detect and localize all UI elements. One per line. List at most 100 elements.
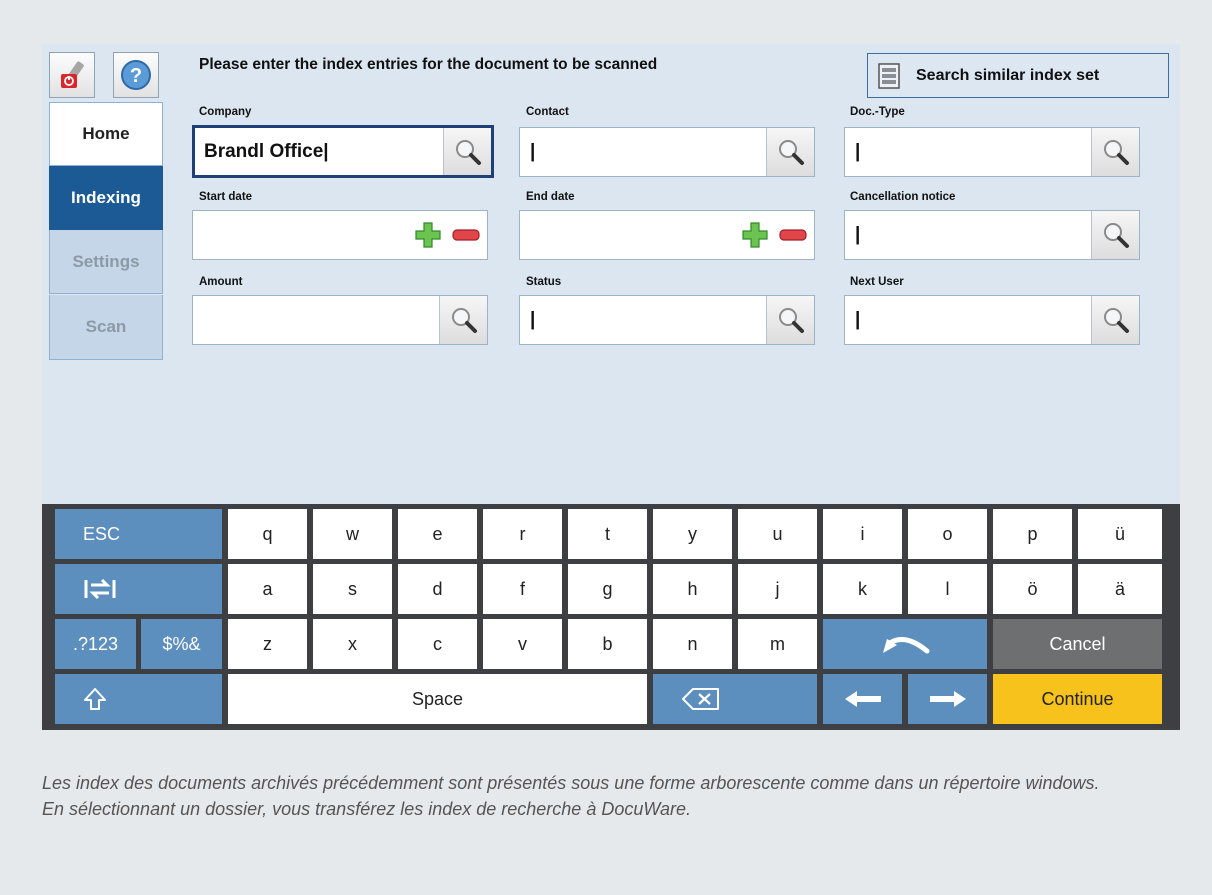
company-label: Company xyxy=(199,106,252,118)
contact-field[interactable]: | xyxy=(519,127,815,177)
key-g[interactable]: g xyxy=(568,564,647,614)
key-a[interactable]: a xyxy=(228,564,307,614)
amount-field[interactable] xyxy=(192,295,488,345)
key-e[interactable]: e xyxy=(398,509,477,559)
undo-icon xyxy=(883,636,930,654)
cancellation-field[interactable]: | xyxy=(844,210,1140,260)
key-x[interactable]: x xyxy=(313,619,392,669)
tab-icon xyxy=(84,578,116,600)
key-u[interactable]: u xyxy=(738,509,817,559)
shift-key[interactable] xyxy=(55,674,222,724)
tools-button[interactable] xyxy=(49,52,95,98)
esc-key[interactable]: ESC xyxy=(55,509,222,559)
key-r[interactable]: r xyxy=(483,509,562,559)
key-l[interactable]: l xyxy=(908,564,987,614)
key-f[interactable]: f xyxy=(483,564,562,614)
start-date-field[interactable] xyxy=(192,210,488,260)
start-date-increase-button[interactable] xyxy=(409,211,447,259)
key-t[interactable]: t xyxy=(568,509,647,559)
key-k[interactable]: k xyxy=(823,564,902,614)
next-user-value: | xyxy=(855,309,861,330)
key-m[interactable]: m xyxy=(738,619,817,669)
key-i[interactable]: i xyxy=(823,509,902,559)
symbols-key[interactable]: $%& xyxy=(141,619,222,669)
key-c[interactable]: c xyxy=(398,619,477,669)
end-date-field[interactable] xyxy=(519,210,815,260)
end-date-increase-button[interactable] xyxy=(736,211,774,259)
contact-search-button[interactable] xyxy=(766,128,814,176)
undo-key[interactable] xyxy=(823,619,987,669)
plus-icon xyxy=(742,222,768,248)
numbers-key[interactable]: .?123 xyxy=(55,619,136,669)
key-n[interactable]: n xyxy=(653,619,732,669)
help-button[interactable]: ? xyxy=(113,52,159,98)
status-value: | xyxy=(530,309,536,330)
index-set-icon xyxy=(878,62,900,89)
arrow-left-key[interactable] xyxy=(823,674,902,724)
tools-icon xyxy=(61,61,84,88)
magnifier-icon xyxy=(778,140,804,165)
page-title: Please enter the index entries for the d… xyxy=(199,56,658,73)
company-value: Brandl Office| xyxy=(204,140,329,162)
magnifier-icon xyxy=(451,308,477,333)
magnifier-icon xyxy=(1103,223,1129,248)
minus-icon xyxy=(452,229,480,241)
key-y[interactable]: y xyxy=(653,509,732,559)
cancellation-search-button[interactable] xyxy=(1091,211,1139,259)
key-h[interactable]: h xyxy=(653,564,732,614)
arrow-left-icon xyxy=(844,691,881,707)
end-date-decrease-button[interactable] xyxy=(774,211,812,259)
contact-value: | xyxy=(530,141,536,162)
start-date-decrease-button[interactable] xyxy=(447,211,485,259)
next-user-field[interactable]: | xyxy=(844,295,1140,345)
magnifier-icon xyxy=(1103,140,1129,165)
search-similar-label: Search similar index set xyxy=(916,66,1100,84)
key-a-umlaut[interactable]: ä xyxy=(1078,564,1162,614)
search-similar-button[interactable]: Search similar index set xyxy=(867,53,1169,98)
key-b[interactable]: b xyxy=(568,619,647,669)
space-key[interactable]: Space xyxy=(228,674,647,724)
status-label: Status xyxy=(526,276,562,288)
backspace-icon xyxy=(682,688,719,710)
sidebar-item-settings[interactable]: Settings xyxy=(49,230,163,294)
svg-text:?: ? xyxy=(130,65,142,87)
key-u-umlaut[interactable]: ü xyxy=(1078,509,1162,559)
company-search-button[interactable] xyxy=(443,128,491,175)
doctype-field[interactable]: | xyxy=(844,127,1140,177)
key-z[interactable]: z xyxy=(228,619,307,669)
sidebar-item-scan[interactable]: Scan xyxy=(49,295,163,360)
next-user-search-button[interactable] xyxy=(1091,296,1139,344)
status-field[interactable]: | xyxy=(519,295,815,345)
doctype-value: | xyxy=(855,141,861,162)
magnifier-icon xyxy=(1103,308,1129,333)
continue-key[interactable]: Continue xyxy=(993,674,1162,724)
indexing-app: ? Home Indexing Settings Scan Please ent… xyxy=(42,44,1180,730)
doctype-label: Doc.-Type xyxy=(850,106,905,118)
arrow-right-key[interactable] xyxy=(908,674,987,724)
key-s[interactable]: s xyxy=(313,564,392,614)
amount-label: Amount xyxy=(199,276,243,288)
key-v[interactable]: v xyxy=(483,619,562,669)
sidebar-item-indexing[interactable]: Indexing xyxy=(49,166,163,230)
key-w[interactable]: w xyxy=(313,509,392,559)
arrow-right-icon xyxy=(929,691,966,707)
plus-icon xyxy=(415,222,441,248)
key-o[interactable]: o xyxy=(908,509,987,559)
key-d[interactable]: d xyxy=(398,564,477,614)
cancellation-label: Cancellation notice xyxy=(850,191,956,203)
sidebar-item-home[interactable]: Home xyxy=(49,102,163,166)
backspace-key[interactable] xyxy=(653,674,817,724)
amount-search-button[interactable] xyxy=(439,296,487,344)
cancellation-value: | xyxy=(855,224,861,245)
key-j[interactable]: j xyxy=(738,564,817,614)
key-o-umlaut[interactable]: ö xyxy=(993,564,1072,614)
status-search-button[interactable] xyxy=(766,296,814,344)
tab-key[interactable] xyxy=(55,564,222,614)
doctype-search-button[interactable] xyxy=(1091,128,1139,176)
company-field[interactable]: Brandl Office| xyxy=(192,125,494,178)
next-user-label: Next User xyxy=(850,276,904,288)
key-p[interactable]: p xyxy=(993,509,1072,559)
magnifier-icon xyxy=(778,308,804,333)
key-q[interactable]: q xyxy=(228,509,307,559)
cancel-key[interactable]: Cancel xyxy=(993,619,1162,669)
